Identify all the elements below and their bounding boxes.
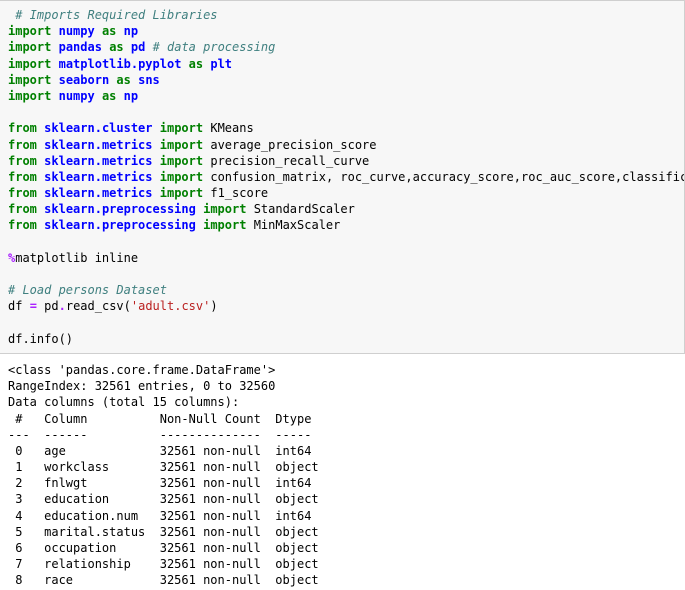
code-line: import seaborn as sns xyxy=(8,73,160,87)
module: matplotlib.pyplot xyxy=(59,57,182,71)
kw-as: as xyxy=(109,40,123,54)
module: sklearn.metrics xyxy=(44,170,152,184)
names: average_precision_score xyxy=(210,138,376,152)
table-row: 4 education.num 32561 non-null int64 xyxy=(8,509,319,523)
code-line: import numpy as np xyxy=(8,24,138,38)
code-line: from sklearn.preprocessing import Standa… xyxy=(8,202,355,216)
alias: np xyxy=(124,24,138,38)
module: pandas xyxy=(59,40,102,54)
table-row: 8 race 32561 non-null object xyxy=(8,573,319,587)
code-line: from sklearn.metrics import precision_re… xyxy=(8,154,369,168)
code-line: # Imports Required Libraries xyxy=(8,8,218,22)
kw-import: import xyxy=(203,202,246,216)
code-line: from sklearn.metrics import f1_score xyxy=(8,186,268,200)
names: MinMaxScaler xyxy=(254,218,341,232)
code-line: from sklearn.cluster import KMeans xyxy=(8,121,254,135)
kw-from: from xyxy=(8,218,37,232)
kw-import: import xyxy=(160,170,203,184)
table-row: 3 education 32561 non-null object xyxy=(8,492,319,506)
comment: # data processing xyxy=(153,40,276,54)
kw-from: from xyxy=(8,170,37,184)
alias: np xyxy=(124,89,138,103)
kw-as: as xyxy=(116,73,130,87)
names: StandardScaler xyxy=(254,202,355,216)
module: sklearn.preprocessing xyxy=(44,202,196,216)
table-row: 5 marital.status 32561 non-null object xyxy=(8,525,319,539)
kw-import: import xyxy=(160,121,203,135)
module: sklearn.metrics xyxy=(44,186,152,200)
out-line: Data columns (total 15 columns): xyxy=(8,395,239,409)
kw-import: import xyxy=(8,57,51,71)
lhs: df xyxy=(8,299,30,313)
kw-from: from xyxy=(8,202,37,216)
expr: df.info() xyxy=(8,332,73,346)
code-line: from sklearn.metrics import average_prec… xyxy=(8,138,377,152)
alias: sns xyxy=(138,73,160,87)
kw-import: import xyxy=(8,24,51,38)
names: confusion_matrix, roc_curve,accuracy_sco… xyxy=(210,170,685,184)
table-row: 0 age 32561 non-null int64 xyxy=(8,444,319,458)
comment: # Load persons Dataset xyxy=(8,283,167,297)
module: seaborn xyxy=(59,73,110,87)
kw-from: from xyxy=(8,121,37,135)
code-line: import matplotlib.pyplot as plt xyxy=(8,57,232,71)
magic-body: matplotlib inline xyxy=(15,251,138,265)
names: f1_score xyxy=(210,186,268,200)
names: KMeans xyxy=(210,121,253,135)
code-line: from sklearn.preprocessing import MinMax… xyxy=(8,218,340,232)
code-line: # Load persons Dataset xyxy=(8,283,167,297)
kw-as: as xyxy=(102,89,116,103)
close: ) xyxy=(210,299,217,313)
out-divider: --- ------ -------------- ----- xyxy=(8,428,319,442)
out-header: # Column Non-Null Count Dtype xyxy=(8,412,319,426)
kw-as: as xyxy=(102,24,116,38)
kw-import: import xyxy=(160,138,203,152)
eq: = xyxy=(30,299,37,313)
code-cell[interactable]: # Imports Required Libraries import nump… xyxy=(0,0,685,354)
kw-import: import xyxy=(8,73,51,87)
names: precision_recall_curve xyxy=(210,154,369,168)
alias: plt xyxy=(210,57,232,71)
code-line: %matplotlib inline xyxy=(8,251,138,265)
module: numpy xyxy=(59,89,95,103)
module: sklearn.preprocessing xyxy=(44,218,196,232)
module: numpy xyxy=(59,24,95,38)
table-row: 6 occupation 32561 non-null object xyxy=(8,541,319,555)
kw-import: import xyxy=(160,186,203,200)
code-line: df.info() xyxy=(8,332,73,346)
kw-import: import xyxy=(8,40,51,54)
kw-import: import xyxy=(160,154,203,168)
module: sklearn.metrics xyxy=(44,138,152,152)
code-line: df = pd.read_csv('adult.csv') xyxy=(8,299,218,313)
code-line: from sklearn.metrics import confusion_ma… xyxy=(8,170,685,184)
call: read_csv( xyxy=(66,299,131,313)
kw-from: from xyxy=(8,186,37,200)
table-row: 7 relationship 32561 non-null object xyxy=(8,557,319,571)
code-line: import numpy as np xyxy=(8,89,138,103)
dot: . xyxy=(59,299,66,313)
rhs: pd xyxy=(37,299,59,313)
code-line: import pandas as pd # data processing xyxy=(8,40,275,54)
alias: pd xyxy=(131,40,145,54)
string: 'adult.csv' xyxy=(131,299,210,313)
module: sklearn.cluster xyxy=(44,121,152,135)
output-cell: <class 'pandas.core.frame.DataFrame'> Ra… xyxy=(0,354,685,590)
module: sklearn.metrics xyxy=(44,154,152,168)
out-line: RangeIndex: 32561 entries, 0 to 32560 xyxy=(8,379,275,393)
kw-from: from xyxy=(8,154,37,168)
comment: # Imports Required Libraries xyxy=(15,8,217,22)
kw-as: as xyxy=(189,57,203,71)
kw-import: import xyxy=(8,89,51,103)
kw-import: import xyxy=(203,218,246,232)
table-row: 2 fnlwgt 32561 non-null int64 xyxy=(8,476,319,490)
table-row: 1 workclass 32561 non-null object xyxy=(8,460,319,474)
kw-from: from xyxy=(8,138,37,152)
out-line: <class 'pandas.core.frame.DataFrame'> xyxy=(8,363,275,377)
